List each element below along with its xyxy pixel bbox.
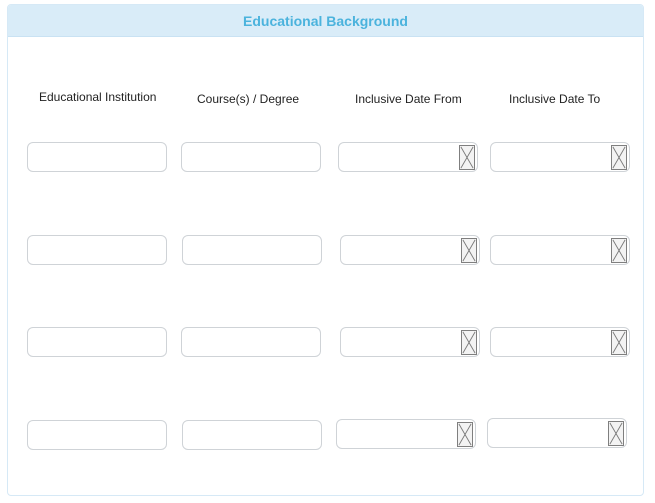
column-header-date-to: Inclusive Date To [509, 92, 601, 106]
date-picker-icon[interactable] [611, 330, 627, 355]
date-to-field-row-3[interactable] [490, 327, 630, 357]
institution-input-row-1[interactable] [28, 143, 166, 171]
institution-input-row-4[interactable] [28, 421, 166, 449]
institution-field-row-4[interactable] [27, 420, 167, 450]
date-picker-icon[interactable] [461, 238, 477, 263]
date-from-input-row-1[interactable] [339, 143, 477, 171]
date-to-field-row-4[interactable] [487, 418, 627, 448]
date-to-input-row-4[interactable] [488, 419, 626, 447]
date-from-field-row-4[interactable] [336, 419, 476, 449]
course-field-row-1[interactable] [181, 142, 321, 172]
panel-header: Educational Background [8, 5, 643, 37]
course-input-row-3[interactable] [182, 328, 320, 356]
institution-input-row-2[interactable] [28, 236, 166, 264]
date-picker-icon[interactable] [611, 145, 627, 170]
date-from-input-row-4[interactable] [337, 420, 475, 448]
institution-field-row-1[interactable] [27, 142, 167, 172]
column-header-date-from: Inclusive Date From [355, 92, 462, 106]
date-picker-icon[interactable] [459, 145, 475, 170]
date-to-input-row-1[interactable] [491, 143, 629, 171]
course-input-row-4[interactable] [183, 421, 321, 449]
date-from-field-row-3[interactable] [340, 327, 480, 357]
date-from-input-row-2[interactable] [341, 236, 479, 264]
date-from-field-row-2[interactable] [340, 235, 480, 265]
date-picker-icon[interactable] [457, 422, 473, 447]
date-to-input-row-3[interactable] [491, 328, 629, 356]
date-from-input-row-3[interactable] [341, 328, 479, 356]
institution-input-row-3[interactable] [28, 328, 166, 356]
date-picker-icon[interactable] [608, 421, 624, 446]
course-field-row-3[interactable] [181, 327, 321, 357]
date-picker-icon[interactable] [461, 330, 477, 355]
course-input-row-1[interactable] [182, 143, 320, 171]
institution-field-row-3[interactable] [27, 327, 167, 357]
column-header-course: Course(s) / Degree [197, 92, 300, 106]
date-picker-icon[interactable] [611, 238, 627, 263]
course-field-row-2[interactable] [182, 235, 322, 265]
date-from-field-row-1[interactable] [338, 142, 478, 172]
course-input-row-2[interactable] [183, 236, 321, 264]
institution-field-row-2[interactable] [27, 235, 167, 265]
course-field-row-4[interactable] [182, 420, 322, 450]
panel-title: Educational Background [243, 12, 408, 29]
date-to-field-row-1[interactable] [490, 142, 630, 172]
date-to-input-row-2[interactable] [491, 236, 629, 264]
column-header-institution: Educational Institution [39, 90, 157, 104]
date-to-field-row-2[interactable] [490, 235, 630, 265]
